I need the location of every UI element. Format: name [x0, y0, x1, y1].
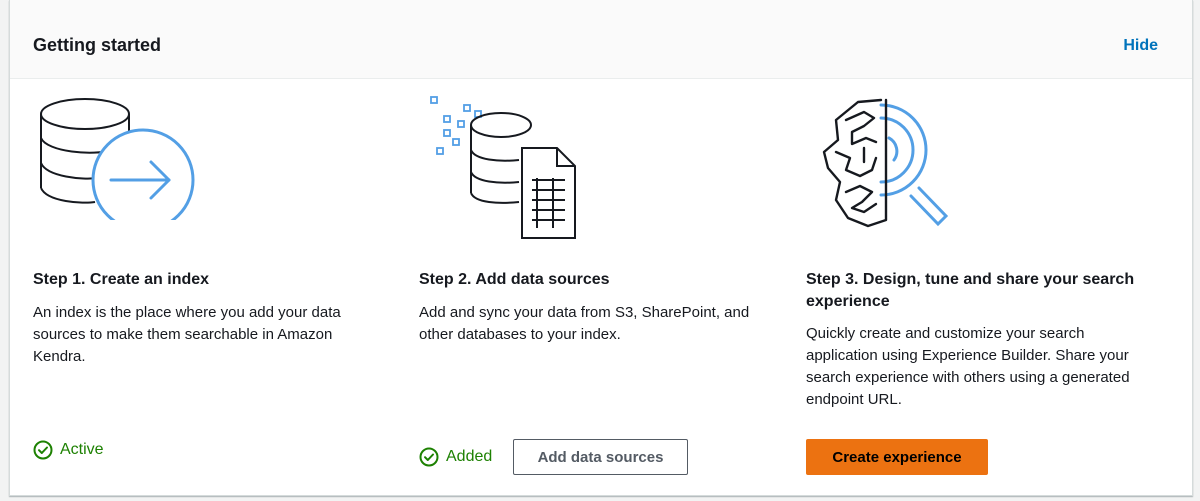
getting-started-panel: Getting started Hide Step 1. Create an i… [9, 0, 1193, 496]
step-1-description: An index is the place where you add your… [33, 304, 341, 365]
brain-search-illustration [822, 98, 949, 228]
database-document-illustration [430, 96, 576, 239]
step-2-description: Add and sync your data from S3, SharePoi… [419, 304, 750, 343]
step-3-title: Step 3. Design, tune and share your sear… [806, 271, 1135, 310]
step-1-status: Active [33, 440, 104, 460]
check-circle-icon [419, 447, 439, 467]
status-label: Added [446, 448, 493, 465]
check-circle-icon [33, 440, 53, 460]
panel-header: Getting started Hide [10, 0, 1192, 79]
panel-title: Getting started [33, 35, 162, 55]
create-experience-button[interactable]: Create experience [806, 439, 988, 475]
step-2-status: Added [419, 447, 492, 467]
add-data-sources-button[interactable]: Add data sources [513, 439, 688, 475]
step-3-description: Quickly create and customize your search… [806, 325, 1130, 408]
status-label: Active [60, 441, 104, 458]
step-2-title: Step 2. Add data sources [419, 271, 610, 288]
hide-link[interactable]: Hide [1123, 37, 1158, 55]
step-1-title: Step 1. Create an index [33, 271, 210, 288]
database-arrow-illustration [40, 98, 195, 220]
